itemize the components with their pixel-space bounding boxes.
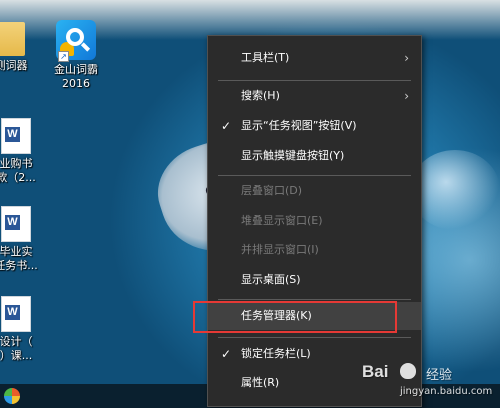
menu-item-label: 并排显示窗口(I) [241,243,319,256]
word-document-icon: W [1,118,31,154]
baidu-jingyan-watermark: Bai 经验 jingyan.baidu.com [360,360,500,404]
desktop-icon-label: ）课... [0,349,33,362]
desktop-icon-label: 业购书 [0,157,33,170]
shortcut-arrow-icon: ↗ [58,51,69,62]
checkmark-icon: ✓ [221,347,232,361]
desktop-icon-word-doc-1[interactable]: W 业购书 款（2... [0,118,42,185]
desktop-icon-label: 任务书... [0,259,38,272]
menu-item-label: 显示触摸键盘按钮(Y) [241,149,345,162]
folder-icon [0,22,25,56]
menu-item-label: 显示“任务视图”按钮(V) [241,119,357,132]
checkmark-icon: ✓ [221,119,232,133]
desktop-icon-label: 毕业实 [0,245,33,258]
chevron-right-icon: › [404,89,409,103]
menu-item-label: 堆叠显示窗口(E) [241,214,323,227]
menu-item-label: 锁定任务栏(L) [241,347,311,360]
wallpaper-glass-jar [410,150,500,230]
menu-item-label: 属性(R) [241,376,280,389]
desktop-icon-label: 2016 [62,77,90,90]
taskbar-app-icon[interactable] [4,388,20,404]
menu-separator [218,337,411,338]
desktop-icon-word-doc-3[interactable]: W 设计（ ）课... [0,296,42,363]
watermark-brand-suffix: 经验 [426,368,453,383]
menu-item-label: 层叠窗口(D) [241,184,303,197]
desktop-icon-label: 设计（ [0,335,33,348]
desktop-icon-kingsoft-ciba[interactable]: ↗ 金山词霸 2016 [48,20,104,91]
menu-item-cascade-windows: 层叠窗口(D) [208,177,421,205]
word-document-icon: W [1,296,31,332]
word-document-icon: W [1,206,31,242]
menu-item-side-by-side-windows: 并排显示窗口(I) [208,236,421,264]
menu-item-show-task-view-button[interactable]: ✓ 显示“任务视图”按钮(V) [208,112,421,140]
chevron-right-icon: › [404,51,409,65]
desktop-icon-label: 金山词霸 [54,63,98,76]
kingsoft-ciba-icon: ↗ [56,20,96,62]
desktop-icon-folder[interactable]: 测词器 [0,22,36,73]
taskbar-context-menu: 工具栏(T) › 搜索(H) › ✓ 显示“任务视图”按钮(V) 显示触摸键盘按… [207,35,422,407]
watermark-url: jingyan.baidu.com [400,386,493,397]
menu-item-show-touch-keyboard-button[interactable]: 显示触摸键盘按钮(Y) [208,142,421,170]
menu-item-show-desktop[interactable]: 显示桌面(S) [208,266,421,294]
menu-item-label: 工具栏(T) [241,51,290,64]
menu-item-stack-windows: 堆叠显示窗口(E) [208,207,421,235]
desktop-icon-label: 测词器 [0,59,28,72]
menu-item-toolbars[interactable]: 工具栏(T) › [208,44,421,72]
menu-item-label: 显示桌面(S) [241,273,301,286]
menu-item-label: 搜索(H) [241,89,280,102]
desktop-icon-word-doc-2[interactable]: W 毕业实 任务书... [0,206,42,273]
annotation-highlight-box [193,301,397,333]
menu-separator [218,175,411,176]
menu-item-search[interactable]: 搜索(H) › [208,82,421,110]
baidu-paw-icon [400,363,416,379]
menu-separator [218,299,411,300]
watermark-brand: Bai [362,362,389,381]
menu-separator [218,80,411,81]
desktop-icon-label: 款（2... [0,171,36,184]
